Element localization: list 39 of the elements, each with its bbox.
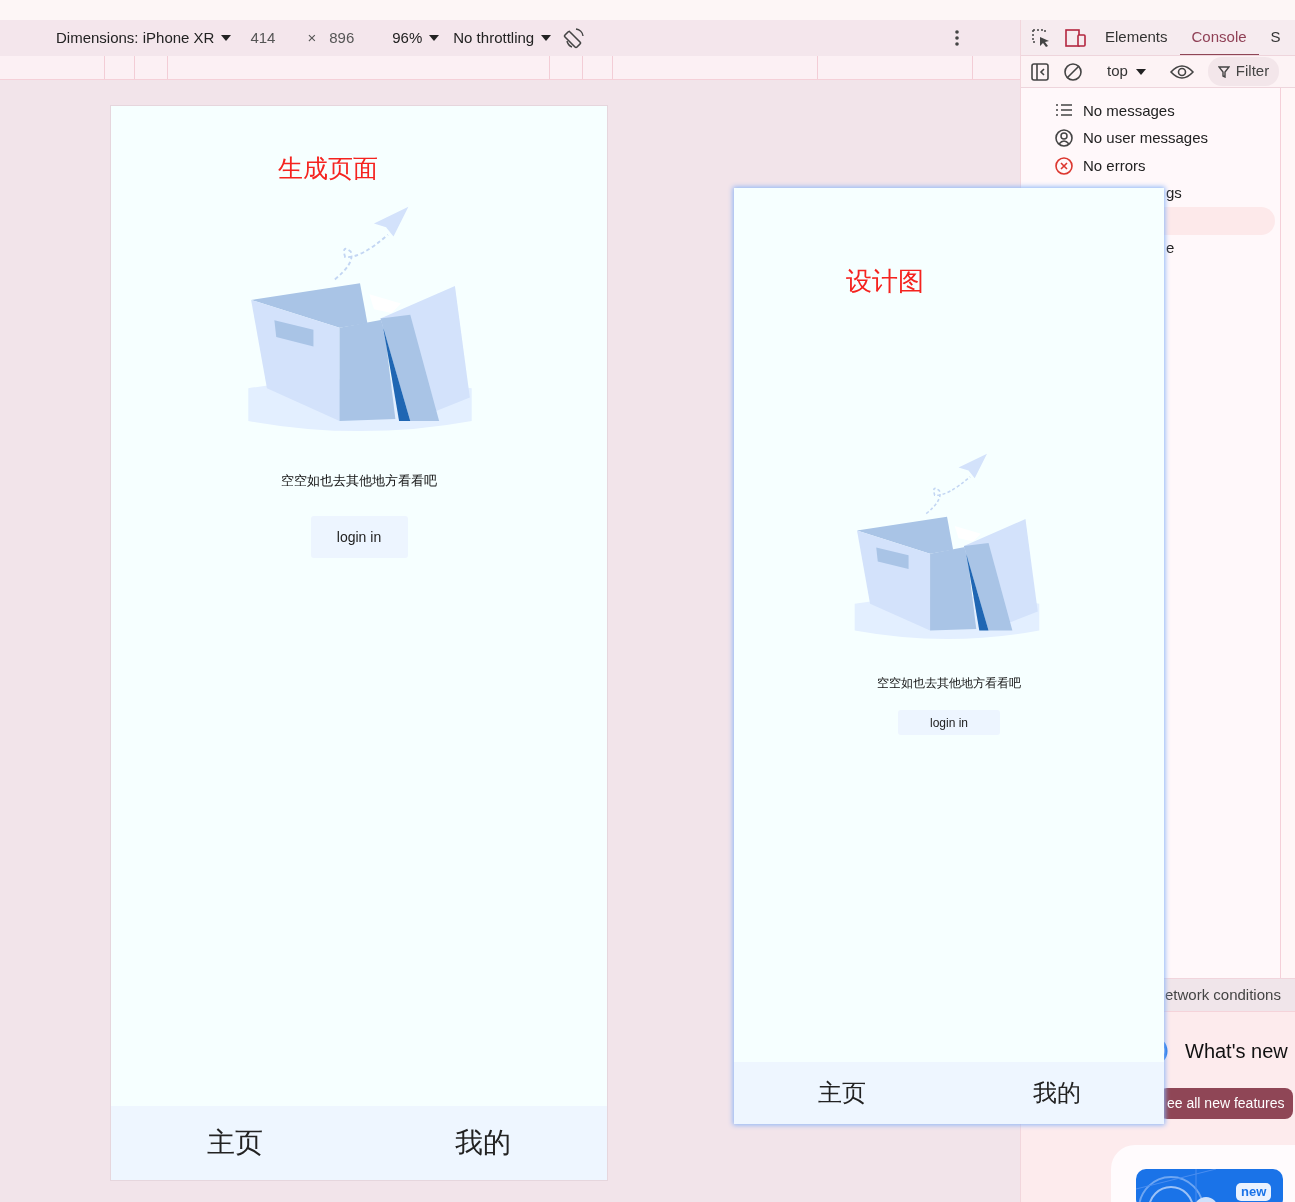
sidebar-item[interactable]: No messages: [1021, 97, 1275, 125]
page-heading: 生成页面: [278, 153, 378, 184]
devtools-tab[interactable]: S: [1258, 20, 1293, 55]
filter-icon: [1217, 65, 1230, 78]
sidebar-item[interactable]: No user messages: [1021, 124, 1275, 152]
zoom-dropdown[interactable]: 96%: [392, 26, 423, 50]
page-heading: 设计图: [846, 265, 924, 298]
device-dropdown[interactable]: Dimensions: iPhone XR: [56, 26, 215, 50]
login-button[interactable]: login in: [310, 516, 408, 558]
tab-bar-item[interactable]: 主页: [817, 1075, 866, 1111]
new-badge: new: [1236, 1183, 1272, 1201]
context-dropdown[interactable]: top: [1107, 60, 1128, 83]
caret-icon[interactable]: [221, 35, 232, 41]
empty-message: 空空如也去其他地方看看吧: [876, 675, 1022, 692]
sidebar-toggle-icon[interactable]: [1031, 62, 1049, 81]
empty-message: 空空如也去其他地方看看吧: [280, 471, 438, 490]
caret-icon[interactable]: [1135, 68, 1146, 75]
tab-bar-item[interactable]: 主页: [207, 1122, 263, 1164]
width-field[interactable]: 414: [250, 26, 276, 50]
tab-bar-item[interactable]: 我的: [455, 1122, 511, 1164]
eye-icon[interactable]: [1169, 63, 1194, 80]
inspect-icon[interactable]: [1031, 27, 1051, 48]
device-toolbar-icon[interactable]: [1065, 27, 1087, 48]
times-sign: ×: [307, 27, 317, 48]
more-icon[interactable]: [954, 29, 961, 47]
height-field[interactable]: 896: [329, 26, 355, 50]
rotate-icon[interactable]: [563, 27, 586, 49]
user-icon: [1055, 129, 1073, 148]
login-button[interactable]: login in: [898, 710, 1000, 735]
sidebar-item[interactable]: No errors: [1021, 152, 1275, 180]
caret-icon[interactable]: [541, 35, 552, 41]
error-icon: [1055, 156, 1073, 175]
clear-icon[interactable]: [1063, 61, 1083, 82]
devtools-tab[interactable]: Elements: [1093, 20, 1180, 55]
tab-bar-item[interactable]: 我的: [1032, 1075, 1081, 1111]
whats-new-title: What's new: [1185, 1039, 1288, 1064]
throttling-dropdown[interactable]: No throttling: [453, 26, 535, 50]
caret-icon[interactable]: [429, 35, 440, 41]
filter-field[interactable]: Filter: [1207, 57, 1280, 86]
